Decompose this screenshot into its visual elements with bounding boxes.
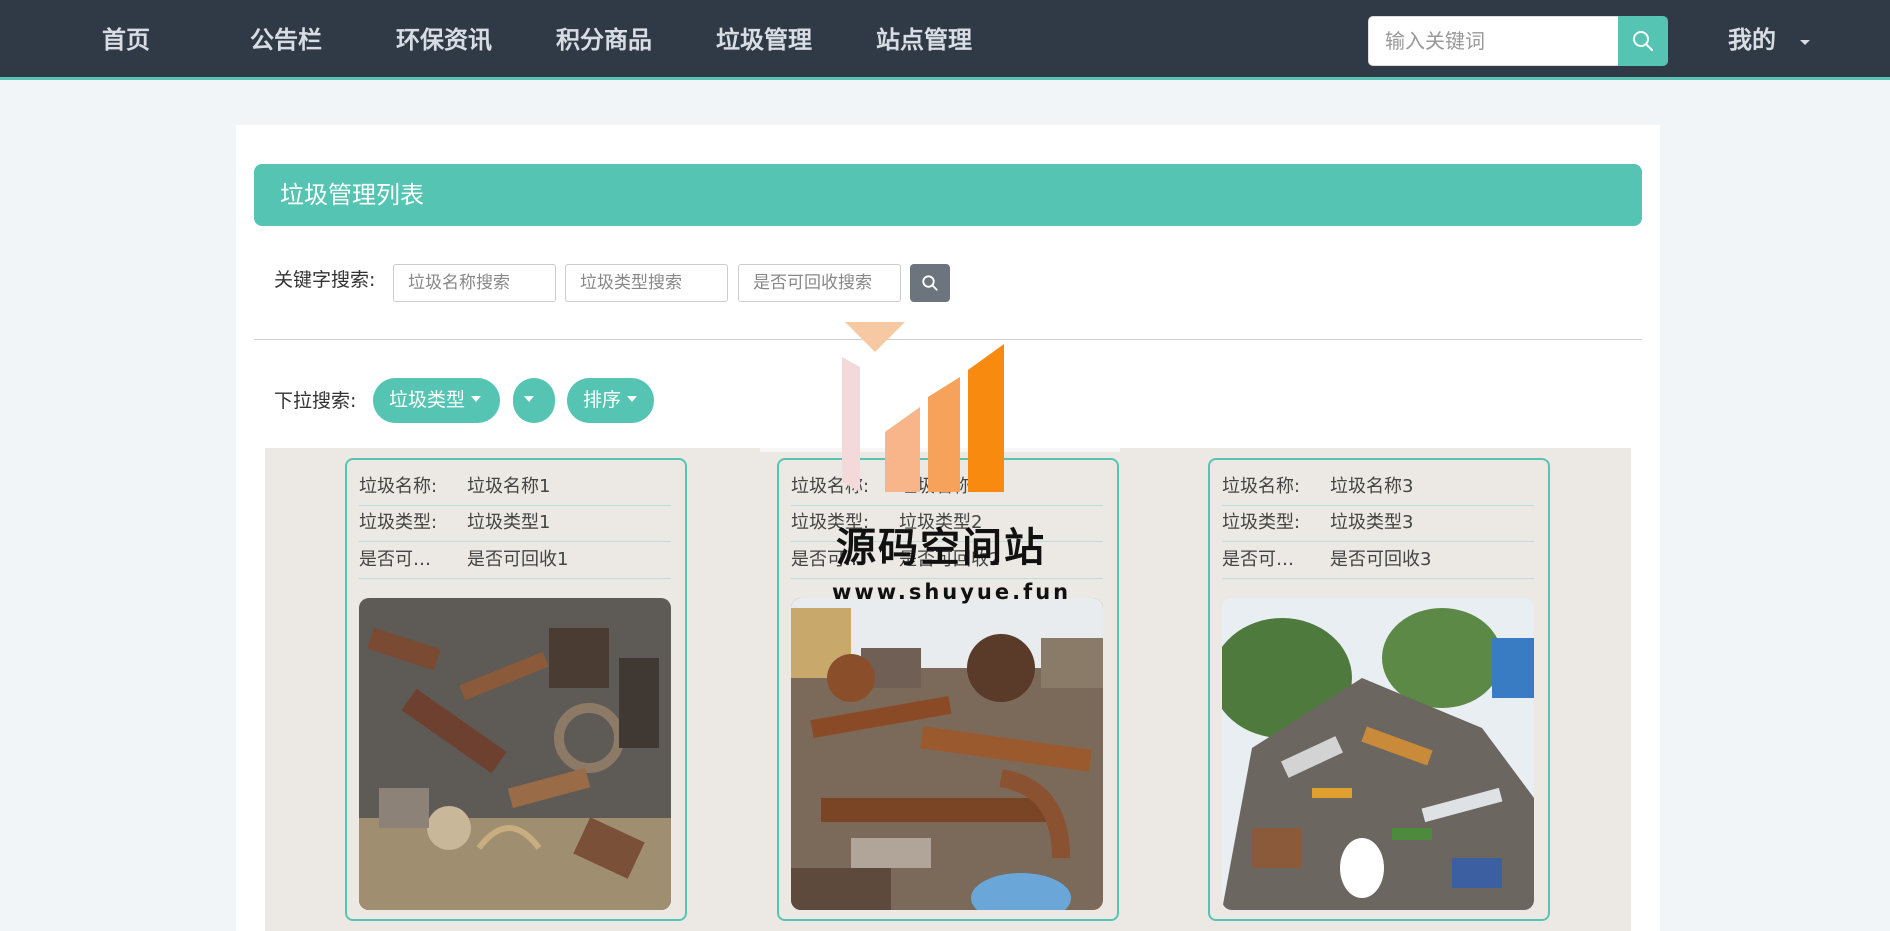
nav-item-eco-news[interactable]: 环保资讯 bbox=[396, 22, 492, 58]
garbage-image[interactable] bbox=[359, 598, 671, 910]
scrap-metal-photo bbox=[1222, 598, 1534, 910]
search-icon bbox=[1633, 31, 1653, 51]
card-row: 垃圾名称: 垃圾名称3 bbox=[1222, 470, 1534, 506]
caret-down-icon bbox=[627, 396, 638, 402]
page-title: 垃圾管理列表 bbox=[254, 164, 1642, 226]
caret-down-icon bbox=[471, 396, 482, 402]
garbage-type-search-input[interactable]: 垃圾类型搜索 bbox=[565, 264, 728, 302]
field-key: 垃圾类型: bbox=[359, 512, 438, 533]
recyclable-search-input[interactable]: 是否可回收搜索 bbox=[738, 264, 901, 302]
caret-down-icon[interactable] bbox=[1800, 40, 1810, 45]
scrap-metal-photo bbox=[791, 598, 1103, 910]
field-value: 垃圾类型1 bbox=[467, 512, 551, 533]
card-row: 垃圾类型: 垃圾类型1 bbox=[359, 506, 671, 542]
unlabeled-dropdown[interactable] bbox=[513, 378, 555, 423]
scrap-metal-photo bbox=[359, 598, 671, 910]
caret-down-icon bbox=[524, 396, 534, 402]
field-key: 垃圾名称: bbox=[1222, 476, 1301, 497]
nav-item-station-management[interactable]: 站点管理 bbox=[876, 22, 972, 58]
field-value: 垃圾名称1 bbox=[467, 476, 551, 497]
nav-item-garbage-management[interactable]: 垃圾管理 bbox=[716, 22, 812, 58]
top-navbar: 首页 公告栏 环保资讯 积分商品 垃圾管理 站点管理 输入关键词 我的 bbox=[0, 0, 1890, 80]
garbage-card[interactable]: 垃圾名称: 垃圾名称3 垃圾类型: 垃圾类型3 是否可… 是否可回收3 bbox=[1208, 458, 1550, 921]
field-key: 是否可… bbox=[1222, 549, 1294, 570]
field-key: 是否可… bbox=[359, 549, 431, 570]
nav-item-notice-board[interactable]: 公告栏 bbox=[250, 22, 322, 58]
garbage-name-search-input[interactable]: 垃圾名称搜索 bbox=[393, 264, 556, 302]
garbage-type-dropdown[interactable]: 垃圾类型 bbox=[373, 378, 500, 423]
field-value: 垃圾名称3 bbox=[1330, 476, 1414, 497]
watermark-title: 源码空间站 bbox=[836, 525, 1046, 571]
field-value: 垃圾类型3 bbox=[1330, 512, 1414, 533]
garbage-image[interactable] bbox=[791, 598, 1103, 910]
garbage-image[interactable] bbox=[1222, 598, 1534, 910]
field-value: 是否可回收3 bbox=[1330, 549, 1432, 570]
sort-dropdown[interactable]: 排序 bbox=[567, 378, 654, 423]
garbage-type-dropdown-label: 垃圾类型 bbox=[389, 389, 466, 411]
dropdown-search-label: 下拉搜索: bbox=[274, 390, 357, 412]
field-key: 垃圾名称: bbox=[359, 476, 438, 497]
mine-menu[interactable]: 我的 bbox=[1728, 22, 1776, 58]
sort-dropdown-label: 排序 bbox=[583, 389, 622, 411]
keyword-search-button[interactable] bbox=[910, 264, 950, 302]
nav-search-input[interactable]: 输入关键词 bbox=[1368, 16, 1618, 66]
field-key: 垃圾类型: bbox=[1222, 512, 1301, 533]
card-row: 是否可… 是否可回收1 bbox=[359, 543, 671, 579]
watermark-url: www.shuyue.fun bbox=[832, 580, 1072, 604]
card-row: 垃圾名称: 垃圾名称1 bbox=[359, 470, 671, 506]
garbage-card[interactable]: 垃圾名称: 垃圾名称1 垃圾类型: 垃圾类型1 是否可… 是否可回收1 bbox=[345, 458, 687, 921]
card-row: 是否可… 是否可回收3 bbox=[1222, 543, 1534, 579]
keyword-search-label: 关键字搜索: bbox=[274, 269, 376, 291]
nav-item-points-shop[interactable]: 积分商品 bbox=[556, 22, 652, 58]
search-icon bbox=[922, 275, 938, 291]
nav-search-button[interactable] bbox=[1618, 16, 1668, 66]
card-row: 垃圾类型: 垃圾类型3 bbox=[1222, 506, 1534, 542]
field-value: 是否可回收1 bbox=[467, 549, 569, 570]
nav-item-home[interactable]: 首页 bbox=[102, 22, 150, 58]
